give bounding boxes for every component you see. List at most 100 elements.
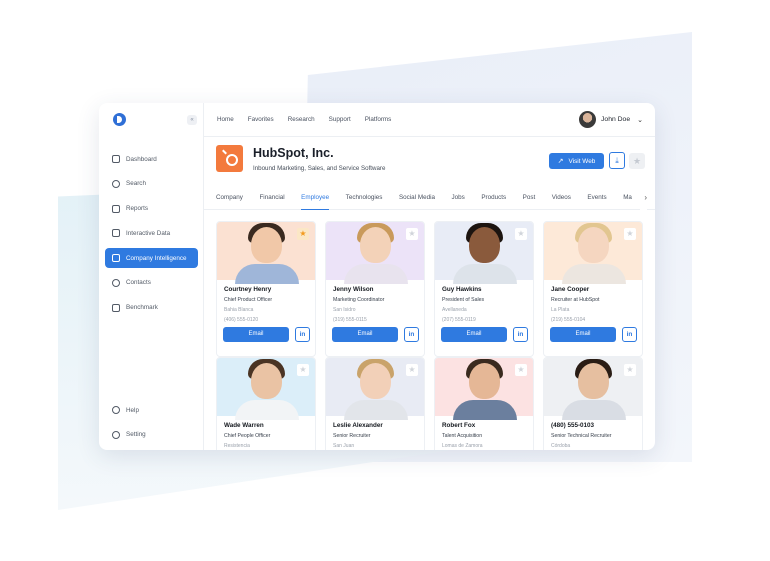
employee-name: Guy Hawkins: [442, 286, 482, 293]
favorite-star-icon[interactable]: ★: [624, 364, 636, 376]
tab-products[interactable]: Products: [481, 185, 506, 210]
nav-link-favorites[interactable]: Favorites: [248, 116, 274, 123]
favorite-star-icon[interactable]: ★: [297, 364, 309, 376]
sidebar: « Dashboard Search Reports Interactive D…: [99, 103, 204, 450]
employee-card[interactable]: ★ Robert Fox Talent Acquisition Lomas de…: [434, 357, 534, 450]
favorite-star-icon[interactable]: ★: [297, 228, 309, 240]
tab-videos[interactable]: Videos: [552, 185, 571, 210]
nav-link-platforms[interactable]: Platforms: [365, 116, 392, 123]
chevron-right-icon[interactable]: ›: [640, 185, 647, 210]
sidebar-bottom: Help Setting: [105, 400, 198, 450]
sidebar-item-interactive-data[interactable]: Interactive Data: [105, 223, 198, 243]
company-description: Inbound Marketing, Sales, and Service So…: [253, 164, 386, 172]
linkedin-icon[interactable]: in: [295, 327, 310, 342]
tab-social-media[interactable]: Social Media: [399, 185, 435, 210]
linkedin-icon[interactable]: in: [404, 327, 419, 342]
user-menu[interactable]: John Doe ⌄: [579, 111, 643, 128]
email-button[interactable]: Email: [223, 327, 289, 342]
photo-face: [469, 227, 500, 263]
sidebar-item-dashboard[interactable]: Dashboard: [105, 149, 198, 169]
favorite-star-icon[interactable]: ★: [515, 228, 527, 240]
employee-info: Leslie Alexander Senior Recruiter San Ju…: [326, 416, 424, 449]
document-icon: [112, 204, 120, 213]
company-logo: [216, 145, 243, 172]
sidebar-item-setting[interactable]: Setting: [105, 425, 198, 445]
employee-card[interactable]: ★ (480) 555-0103 Senior Technical Recrui…: [543, 357, 643, 450]
avatar: [579, 111, 597, 128]
external-link-icon: ↗: [557, 158, 564, 165]
employee-location: Lomas de Zamora: [442, 443, 483, 449]
sidebar-item-label: Interactive Data: [126, 229, 171, 237]
employee-location: San Juan: [333, 443, 355, 449]
employee-role: Marketing Coordinator: [333, 297, 385, 303]
download-button[interactable]: ⤓: [609, 152, 625, 169]
nav-link-support[interactable]: Support: [329, 116, 351, 123]
employee-location: La Plata: [551, 307, 570, 313]
employee-card[interactable]: ★ Wade Warren Chief People Officer Resis…: [216, 357, 316, 450]
sidebar-item-reports[interactable]: Reports: [105, 199, 198, 219]
gear-icon: [112, 430, 120, 439]
employee-phone: (207) 555-0119: [442, 317, 476, 323]
tab-company[interactable]: Company: [216, 185, 243, 210]
top-nav: Home Favorites Research Support Platform…: [204, 103, 655, 137]
favorite-star-icon[interactable]: ★: [515, 364, 527, 376]
tab-technologies[interactable]: Technologies: [346, 185, 383, 210]
employee-card[interactable]: ★ Jenny Wilson Marketing Coordinator San…: [325, 221, 425, 357]
visit-web-button[interactable]: ↗ Visit Web: [549, 153, 604, 169]
employee-photo: ★: [326, 222, 424, 284]
favorite-star-icon[interactable]: ★: [406, 228, 418, 240]
sidebar-item-benchmark[interactable]: Benchmark: [105, 298, 198, 318]
favorite-button[interactable]: ★: [629, 153, 645, 169]
sidebar-item-help[interactable]: Help: [105, 400, 198, 420]
employee-card[interactable]: ★ Courtney Henry Chief Product Officer B…: [216, 221, 316, 357]
favorite-star-icon[interactable]: ★: [406, 364, 418, 376]
employee-card[interactable]: ★ Leslie Alexander Senior Recruiter San …: [325, 357, 425, 450]
employee-role: Senior Recruiter: [333, 433, 371, 439]
users-icon: [112, 278, 120, 287]
employee-phone: (406) 555-0120: [224, 317, 259, 323]
employee-photo: ★: [435, 358, 533, 420]
employee-card[interactable]: ★ Jane Cooper Recruiter at HubSpot La Pl…: [543, 221, 643, 357]
nav-link-home[interactable]: Home: [217, 116, 234, 123]
employee-photo: ★: [544, 358, 642, 420]
card-actions: Email in: [441, 327, 528, 342]
sidebar-item-search[interactable]: Search: [105, 174, 198, 194]
photo-body: [344, 264, 408, 284]
employee-role: Recruiter at HubSpot: [551, 297, 600, 303]
email-button[interactable]: Email: [441, 327, 507, 342]
collapse-sidebar-icon[interactable]: «: [187, 115, 197, 125]
company-name: HubSpot, Inc.: [253, 145, 334, 160]
card-actions: Email in: [332, 327, 419, 342]
sidebar-item-contacts[interactable]: Contacts: [105, 273, 198, 293]
tab-more[interactable]: Ma: [623, 185, 632, 210]
email-button[interactable]: Email: [332, 327, 398, 342]
employee-info: (480) 555-0103 Senior Technical Recruite…: [544, 416, 642, 449]
employee-role: Senior Technical Recruiter: [551, 433, 612, 439]
nav-link-research[interactable]: Research: [288, 116, 315, 123]
main-content: Home Favorites Research Support Platform…: [204, 103, 655, 450]
employee-name: Jane Cooper: [551, 286, 590, 293]
sidebar-item-company-intelligence[interactable]: Company Intelligence: [105, 248, 198, 269]
linkedin-icon[interactable]: in: [513, 327, 528, 342]
email-button[interactable]: Email: [550, 327, 616, 342]
tab-jobs[interactable]: Jobs: [452, 185, 465, 210]
employee-info: Robert Fox Talent Acquisition Lomas de Z…: [435, 416, 533, 449]
tab-post[interactable]: Post: [523, 185, 536, 210]
tab-events[interactable]: Events: [587, 185, 606, 210]
employee-role: Chief People Officer: [224, 433, 271, 439]
employee-name: Wade Warren: [224, 422, 264, 429]
tab-financial[interactable]: Financial: [259, 185, 284, 210]
company-header: HubSpot, Inc. Inbound Marketing, Sales, …: [216, 145, 385, 172]
help-icon: [112, 406, 120, 414]
card-actions: Email in: [550, 327, 637, 342]
tab-employee[interactable]: Employee: [301, 185, 330, 210]
employee-card[interactable]: ★ Guy Hawkins President of Sales Avellan…: [434, 221, 534, 357]
star-icon: ★: [632, 156, 642, 166]
sidebar-item-label: Contacts: [126, 279, 151, 287]
employee-name: Jenny Wilson: [333, 286, 374, 293]
favorite-star-icon[interactable]: ★: [624, 228, 636, 240]
linkedin-icon[interactable]: in: [622, 327, 637, 342]
building-icon: [112, 254, 120, 263]
card-actions: Email in: [223, 327, 310, 342]
app-logo-icon[interactable]: [113, 113, 126, 126]
